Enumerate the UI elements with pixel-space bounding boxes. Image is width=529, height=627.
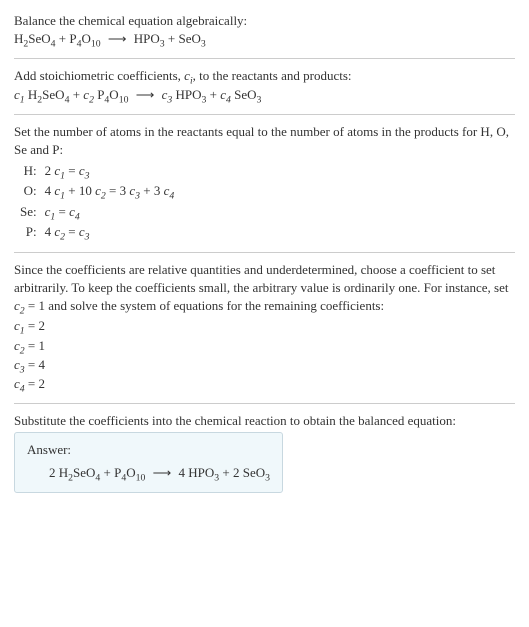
table-row: H: 2 c1 = c3 (16, 161, 178, 181)
atoms-block: Set the number of atoms in the reactants… (14, 123, 515, 242)
coeff-line: c3 = 4 (14, 356, 515, 374)
reaction-arrow: ⟶ (132, 87, 159, 102)
species: P4O10 (69, 31, 100, 46)
atoms-intro: Set the number of atoms in the reactants… (14, 123, 515, 159)
coeff-symbol: ci (184, 68, 193, 83)
species: SeO3 (179, 31, 206, 46)
element-label: O: (16, 181, 41, 201)
atom-equation: c1 = c4 (41, 202, 179, 222)
reaction-arrow: ⟶ (149, 465, 176, 480)
coefficient-solutions: c1 = 2 c2 = 1 c3 = 4 c4 = 2 (14, 317, 515, 393)
stoich-block: Add stoichiometric coefficients, ci, to … (14, 67, 515, 103)
choose-text: Since the coefficients are relative quan… (14, 261, 515, 316)
table-row: O: 4 c1 + 10 c2 = 3 c3 + 3 c4 (16, 181, 178, 201)
stoich-equation: c1 H2SeO4 + c2 P4O10 ⟶ c3 HPO3 + c4 SeO3 (14, 86, 515, 104)
reaction-arrow: ⟶ (104, 31, 131, 46)
element-label: P: (16, 222, 41, 242)
intro-block: Balance the chemical equation algebraica… (14, 12, 515, 48)
coeff-line: c2 = 1 (14, 337, 515, 355)
divider (14, 252, 515, 253)
divider (14, 58, 515, 59)
atom-equation: 4 c2 = c3 (41, 222, 179, 242)
choose-block: Since the coefficients are relative quan… (14, 261, 515, 393)
coeff-line: c4 = 2 (14, 375, 515, 393)
stoich-text: Add stoichiometric coefficients, ci, to … (14, 67, 515, 85)
substitute-block: Substitute the coefficients into the che… (14, 412, 515, 493)
element-label: Se: (16, 202, 41, 222)
substitute-text: Substitute the coefficients into the che… (14, 412, 515, 430)
species: HPO3 (134, 31, 165, 46)
table-row: P: 4 c2 = c3 (16, 222, 178, 242)
answer-box: Answer: 2 H2SeO4 + P4O10 ⟶ 4 HPO3 + 2 Se… (14, 432, 283, 492)
divider (14, 114, 515, 115)
table-row: Se: c1 = c4 (16, 202, 178, 222)
atom-equation: 4 c1 + 10 c2 = 3 c3 + 3 c4 (41, 181, 179, 201)
species: H2SeO4 (14, 31, 56, 46)
intro-equation: H2SeO4 + P4O10 ⟶ HPO3 + SeO3 (14, 30, 515, 48)
element-label: H: (16, 161, 41, 181)
atom-equations-table: H: 2 c1 = c3 O: 4 c1 + 10 c2 = 3 c3 + 3 … (16, 161, 178, 242)
answer-label: Answer: (27, 441, 270, 459)
intro-text: Balance the chemical equation algebraica… (14, 12, 515, 30)
atom-equation: 2 c1 = c3 (41, 161, 179, 181)
coeff-line: c1 = 2 (14, 317, 515, 335)
divider (14, 403, 515, 404)
balanced-equation: 2 H2SeO4 + P4O10 ⟶ 4 HPO3 + 2 SeO3 (27, 464, 270, 482)
